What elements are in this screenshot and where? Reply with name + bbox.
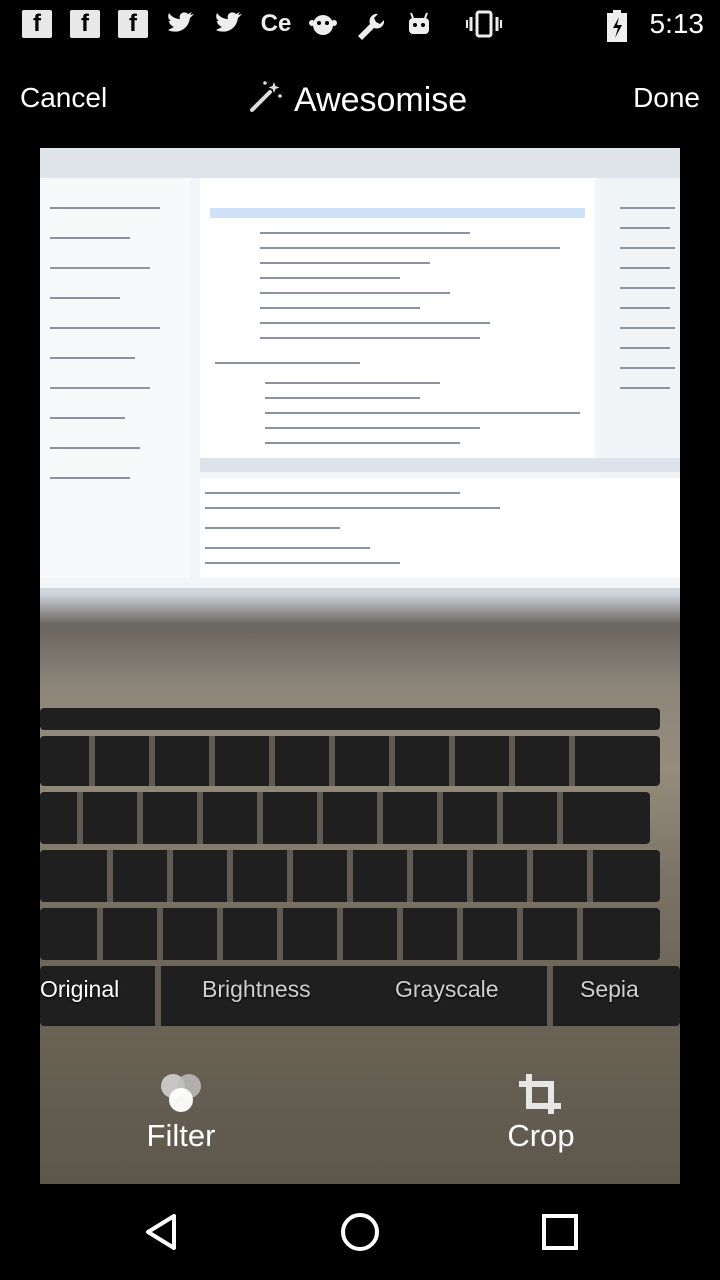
filter-grayscale[interactable]: Grayscale [395, 976, 499, 1003]
twitter-icon [166, 10, 196, 38]
cc-icon: Ce [260, 10, 292, 37]
vibrate-icon [466, 10, 502, 38]
title-text: Awesomise [294, 81, 468, 119]
page-title: Awesomise [248, 78, 467, 123]
clock: 5:13 [649, 8, 705, 39]
status-bar: f f f Ce 5:13 [0, 0, 720, 48]
filter-brightness[interactable]: Brightness [202, 976, 311, 1003]
keyboard-image [40, 708, 680, 1026]
facebook-icon: f [22, 10, 52, 38]
battery-charging-icon [606, 10, 628, 42]
crop-icon [471, 1070, 611, 1118]
done-button[interactable]: Done [633, 82, 700, 114]
filter-icon [111, 1070, 251, 1118]
monkey-icon [308, 10, 338, 38]
wrench-icon [354, 10, 385, 40]
twitter-icon [214, 10, 244, 38]
editor-header: Cancel Awesomise Done [0, 48, 720, 148]
laptop-screen-image [40, 148, 680, 588]
photo-preview [40, 148, 680, 1184]
filter-tool-label: Filter [146, 1118, 216, 1153]
filter-tool-button[interactable]: Filter [111, 1070, 251, 1154]
cancel-button[interactable]: Cancel [20, 82, 107, 114]
magic-wand-icon [248, 78, 284, 123]
filter-original[interactable]: Original [40, 976, 119, 1003]
crop-tool-button[interactable]: Crop [471, 1070, 611, 1154]
filter-options: Original Brightness Grayscale Sepia [40, 960, 680, 1020]
back-icon[interactable] [140, 1210, 184, 1254]
facebook-icon: f [70, 10, 100, 38]
crop-tool-label: Crop [507, 1118, 575, 1153]
navigation-bar [0, 1184, 720, 1280]
recents-icon[interactable] [538, 1210, 582, 1254]
home-icon[interactable] [338, 1210, 382, 1254]
android-icon [404, 10, 434, 38]
filter-sepia[interactable]: Sepia [580, 976, 639, 1003]
facebook-icon: f [118, 10, 148, 38]
